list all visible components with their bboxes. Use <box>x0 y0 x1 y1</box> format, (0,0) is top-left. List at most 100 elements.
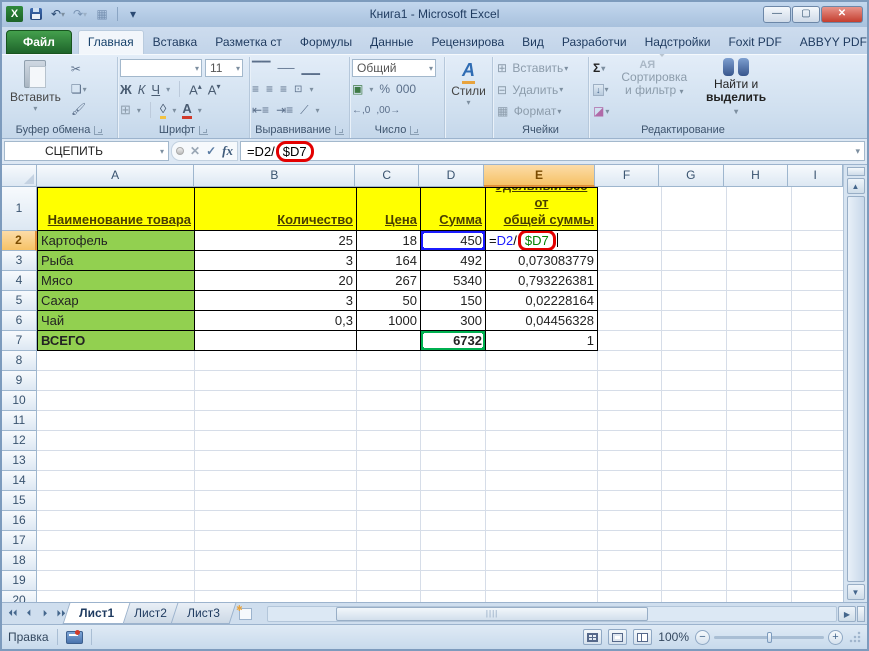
cell-A8[interactable] <box>37 350 195 371</box>
cell-A10[interactable] <box>37 390 195 411</box>
row-header-6[interactable]: 6 <box>2 310 37 331</box>
row-header-15[interactable]: 15 <box>2 490 37 511</box>
cell-B7[interactable] <box>195 330 357 351</box>
cell-A17[interactable] <box>37 530 195 551</box>
row-header-11[interactable]: 11 <box>2 410 37 431</box>
cell-E7[interactable]: 1 <box>486 330 598 351</box>
cell-H13[interactable] <box>727 450 792 471</box>
horizontal-scrollbar[interactable]: |||| ▶ <box>266 603 867 624</box>
cell-A2[interactable]: Картофель <box>37 230 195 251</box>
cell-G14[interactable] <box>662 470 727 491</box>
h-scroll-thumb[interactable]: |||| <box>335 606 649 621</box>
borders-icon[interactable]: ⊞ <box>120 102 131 118</box>
cell-D9[interactable] <box>421 370 486 391</box>
cell-A7[interactable]: ВСЕГО <box>37 330 195 351</box>
column-header-F[interactable]: F <box>595 164 659 187</box>
cell-H18[interactable] <box>727 550 792 571</box>
column-header-B[interactable]: B <box>194 164 356 187</box>
cell-G10[interactable] <box>662 390 727 411</box>
tab-Разметка ст[interactable]: Разметка ст <box>206 31 291 54</box>
tab-Рецензирова[interactable]: Рецензирова <box>422 31 513 54</box>
dialog-launcher-icon[interactable] <box>410 125 420 135</box>
column-header-H[interactable]: H <box>723 164 789 187</box>
cell-A18[interactable] <box>37 550 195 571</box>
cell-H16[interactable] <box>727 510 792 531</box>
cell-B12[interactable] <box>195 430 357 451</box>
cell-D20[interactable] <box>421 590 486 603</box>
zoom-thumb[interactable] <box>766 631 772 643</box>
cell-F12[interactable] <box>598 430 662 451</box>
cell-A19[interactable] <box>37 570 195 591</box>
cell-D19[interactable] <box>421 570 486 591</box>
cell-E18[interactable] <box>486 550 598 571</box>
cell-F11[interactable] <box>598 410 662 431</box>
row-header-1[interactable]: 1 <box>2 186 37 231</box>
zoom-in-icon[interactable]: + <box>828 629 843 645</box>
paste-button[interactable]: Вставить ▾ <box>4 58 67 115</box>
cell-F6[interactable] <box>598 310 662 331</box>
cell-B18[interactable] <box>195 550 357 571</box>
cell-F15[interactable] <box>598 490 662 511</box>
cell-F3[interactable] <box>598 250 662 271</box>
cell-I7[interactable] <box>792 330 843 351</box>
cell-C5[interactable]: 50 <box>357 290 421 311</box>
cell-I2[interactable] <box>792 230 843 251</box>
underline-button[interactable]: Ч <box>151 82 160 97</box>
cell-A13[interactable] <box>37 450 195 471</box>
cell-F18[interactable] <box>598 550 662 571</box>
increase-decimal-icon[interactable]: ←,0 <box>352 105 370 116</box>
header-cell-D1[interactable]: Сумма <box>421 186 486 231</box>
formula-bar-expand-icon[interactable]: ▾ <box>855 146 860 157</box>
row-header-2[interactable]: 2 <box>2 230 37 251</box>
new-sheet-button[interactable] <box>233 603 259 624</box>
cell-E12[interactable] <box>486 430 598 451</box>
cell-A3[interactable]: Рыба <box>37 250 195 271</box>
column-header-C[interactable]: C <box>355 164 420 187</box>
cell-B19[interactable] <box>195 570 357 591</box>
cell-A5[interactable]: Сахар <box>37 290 195 311</box>
enter-icon[interactable]: ✓ <box>206 144 216 158</box>
cell-H8[interactable] <box>727 350 792 371</box>
cell-H20[interactable] <box>727 590 792 603</box>
delete-cells-button[interactable]: ⊟ Удалить ▾ <box>495 81 586 98</box>
cell-H1[interactable] <box>727 186 792 231</box>
cell-B16[interactable] <box>195 510 357 531</box>
tab-Надстройки[interactable]: Надстройки <box>636 31 720 54</box>
cell-G9[interactable] <box>662 370 727 391</box>
cell-B6[interactable]: 0,3 <box>195 310 357 331</box>
cell-G15[interactable] <box>662 490 727 511</box>
accounting-format-icon[interactable]: ▣ <box>352 82 363 96</box>
row-header-20[interactable]: 20 <box>2 590 37 603</box>
row-header-13[interactable]: 13 <box>2 450 37 471</box>
v-scroll-thumb[interactable] <box>846 195 865 583</box>
cell-I6[interactable] <box>792 310 843 331</box>
grid[interactable]: A B C D E F G H I 1 Наименование товара Количество Ц… <box>2 164 843 603</box>
cell-H15[interactable] <box>727 490 792 511</box>
cell-G20[interactable] <box>662 590 727 603</box>
sheet-tab-Лист1[interactable]: Лист1 <box>62 603 131 625</box>
cell-A12[interactable] <box>37 430 195 451</box>
italic-button[interactable]: К <box>138 82 146 97</box>
cell-B4[interactable]: 20 <box>195 270 357 291</box>
cell-B5[interactable]: 3 <box>195 290 357 311</box>
autosum-button[interactable]: Σ ▾ <box>591 60 611 77</box>
cell-H10[interactable] <box>727 390 792 411</box>
close-button[interactable]: ✕ <box>821 5 863 23</box>
cell-C14[interactable] <box>357 470 421 491</box>
cell-B17[interactable] <box>195 530 357 551</box>
cell-C9[interactable] <box>357 370 421 391</box>
cell-E14[interactable] <box>486 470 598 491</box>
cell-E5[interactable]: 0,02228164 <box>486 290 598 311</box>
page-layout-view-icon[interactable] <box>608 629 628 646</box>
decrease-indent-icon[interactable]: ⇤≡ <box>252 103 269 117</box>
cell-F7[interactable] <box>598 330 662 351</box>
zoom-out-icon[interactable]: − <box>695 629 710 645</box>
resize-grip[interactable] <box>849 631 861 644</box>
quick-print-icon[interactable]: ▦ <box>93 6 111 23</box>
align-center-icon[interactable]: ≡ <box>266 82 273 96</box>
select-all-corner[interactable] <box>2 164 37 187</box>
dialog-launcher-icon[interactable] <box>199 125 209 135</box>
styles-button[interactable]: A Стили ▾ <box>445 58 492 109</box>
cell-E6[interactable]: 0,04456328 <box>486 310 598 331</box>
normal-view-icon[interactable] <box>583 629 603 646</box>
